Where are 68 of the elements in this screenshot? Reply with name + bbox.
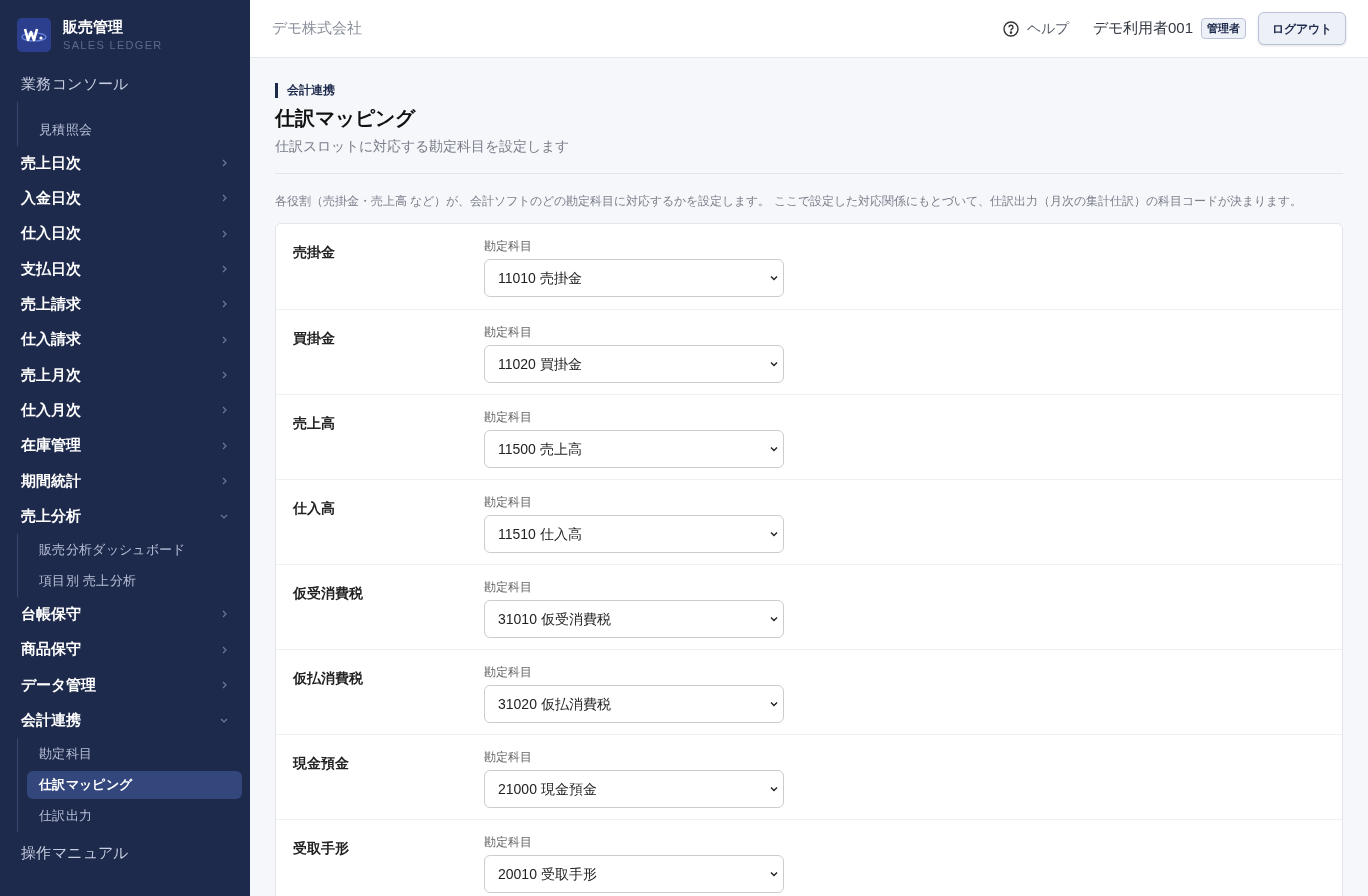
account-select[interactable]: 11020 買掛金 [484, 345, 784, 383]
slot-label: 仮受消費税 [293, 584, 364, 602]
chevron-down-icon [769, 444, 779, 454]
slot-label: 売上高 [293, 414, 336, 432]
slot-label: 売掛金 [293, 243, 336, 261]
account-select[interactable]: 21000 現金預金 [484, 770, 784, 808]
sidebar-group[interactable]: 売上日次 [0, 145, 250, 181]
chevron-down-icon [769, 614, 779, 624]
description-text: 各役割（売掛金・売上高 など）が、会計ソフトのどの勘定科目に対応するかを設定します。 ここで設定した対応関係にもとづいて、仕訳出力（月次の集計仕訳）の科目コードが決まります。 [275, 194, 1303, 209]
chevron-down-icon [769, 869, 779, 879]
field-label: 勘定科目 [484, 239, 532, 253]
slot-label: 買掛金 [293, 329, 336, 347]
brand-title: 販売管理 [63, 17, 124, 37]
role-badge: 管理者 [1201, 18, 1246, 39]
sidebar-subitem[interactable]: 仕訳マッピング [27, 770, 242, 799]
account-select[interactable]: 11010 売掛金 [484, 259, 784, 297]
chevron-down-icon [769, 359, 779, 369]
sidebar-group[interactable]: 仕入請求 [0, 322, 250, 358]
logout-button[interactable]: ログアウト [1258, 12, 1346, 45]
chevron-down-icon [769, 273, 779, 283]
chevron-down-icon [769, 699, 779, 709]
chevron-down-icon [769, 784, 779, 794]
sidebar-group[interactable]: 会計連携 [0, 702, 250, 738]
field-label: 勘定科目 [484, 835, 532, 849]
sidebar-subitem[interactable]: 見積照会 [27, 115, 242, 144]
sidebar-group[interactable]: 入金日次 [0, 180, 250, 217]
sidebar-group[interactable]: 売上分析 [0, 498, 250, 534]
account-select[interactable]: 20010 受取手形 [484, 855, 784, 893]
sidebar-group[interactable]: 台帳保守 [0, 596, 250, 633]
chevron-down-icon [769, 529, 779, 539]
sidebar-subitem[interactable]: 販売分析ダッシュボード [27, 535, 242, 564]
sidebar-group[interactable]: 在庫管理 [0, 427, 250, 464]
sidebar-group[interactable]: 仕入月次 [0, 392, 250, 428]
sidebar-group[interactable]: 支払日次 [0, 251, 250, 287]
sidebar-subitem[interactable]: 項目別 売上分析 [27, 566, 242, 595]
logo-icon [17, 18, 51, 52]
sidebar-subitem[interactable]: 勘定科目 [27, 739, 242, 768]
account-select[interactable]: 11510 仕入高 [484, 515, 784, 553]
sidebar-group[interactable]: 仕入日次 [0, 216, 250, 252]
account-select[interactable]: 31010 仮受消費税 [484, 600, 784, 638]
sidebar-group[interactable]: データ管理 [0, 667, 250, 703]
sidebar-heading: 業務コンソール [20, 74, 130, 94]
field-label: 勘定科目 [484, 750, 532, 764]
page-subtitle: 仕訳スロットに対応する勘定科目を設定します [275, 137, 570, 156]
section-label: 会計連携 [275, 83, 1343, 98]
sidebar-group[interactable]: 商品保守 [0, 632, 250, 668]
sidebar-group[interactable]: 期間統計 [0, 463, 250, 499]
help-link[interactable]: ヘルプ [1002, 18, 1069, 39]
brand-subtitle: SALES LEDGER [63, 38, 163, 53]
slot-label: 仮払消費税 [293, 669, 364, 687]
account-select[interactable]: 11500 売上高 [484, 430, 784, 468]
sidebar-group[interactable]: 売上月次 [0, 357, 250, 393]
field-label: 勘定科目 [484, 580, 532, 594]
sidebar-group[interactable]: 売上請求 [0, 286, 250, 322]
sidebar-subitem[interactable]: 仕訳出力 [27, 801, 242, 830]
help-icon [1002, 20, 1019, 37]
company-name: デモ株式会社 [272, 18, 362, 39]
account-select[interactable]: 31020 仮払消費税 [484, 685, 784, 723]
field-label: 勘定科目 [484, 665, 532, 679]
field-label: 勘定科目 [484, 410, 532, 424]
field-label: 勘定科目 [484, 495, 532, 509]
page-title: 仕訳マッピング [275, 106, 417, 131]
slot-label: 現金預金 [293, 754, 350, 772]
field-label: 勘定科目 [484, 325, 532, 339]
slot-label: 仕入高 [293, 499, 336, 517]
sidebar-footer-link[interactable]: 操作マニュアル [0, 831, 250, 865]
slot-label: 受取手形 [293, 839, 350, 857]
user-name: デモ利用者001 [1092, 18, 1193, 39]
